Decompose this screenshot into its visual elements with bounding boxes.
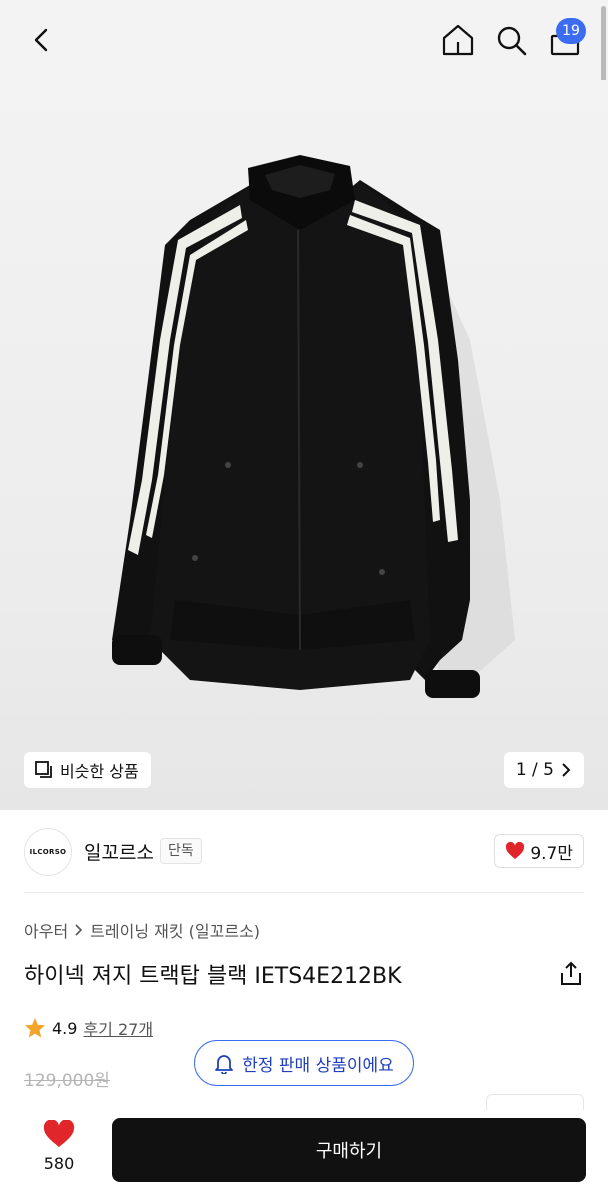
- bottom-action-bar: 580 구매하기: [0, 1110, 608, 1200]
- breadcrumb-item-category[interactable]: 트레이닝 재킷 (일꼬르소): [90, 918, 260, 942]
- top-bar: 19: [0, 0, 608, 98]
- image-pager-button[interactable]: 1 / 5: [503, 752, 584, 788]
- star-icon: [25, 1018, 45, 1038]
- original-price: 129,000원: [24, 1071, 110, 1091]
- share-icon: [561, 961, 581, 985]
- wishlist-count: 580: [43, 1154, 75, 1173]
- copy-icon: [35, 761, 52, 778]
- brand-logo[interactable]: ILCORSO: [24, 828, 72, 876]
- image-pager-label: 1 / 5: [515, 760, 554, 780]
- similar-products-button[interactable]: 비슷한 상품: [24, 752, 151, 788]
- home-icon: [442, 24, 474, 56]
- rating-value: 4.9: [52, 1018, 78, 1038]
- back-button[interactable]: [24, 22, 60, 58]
- product-title: 하이넥 져지 트랙탑 블랙 IETS4E212BK: [24, 964, 402, 989]
- bell-icon: [215, 1055, 234, 1074]
- rating-row: 4.9 후기 27개: [24, 1016, 153, 1040]
- breadcrumb-item-outer[interactable]: 아우터: [24, 918, 68, 942]
- review-count-link[interactable]: 후기 27개: [83, 1016, 153, 1040]
- home-button[interactable]: [440, 20, 476, 60]
- search-icon: [497, 26, 527, 56]
- heart-icon: [506, 842, 525, 859]
- brand-row: ILCORSO 일꼬르소 단독 9.7만: [24, 826, 584, 878]
- similar-products-label: 비슷한 상품: [60, 762, 139, 781]
- divider: [24, 892, 584, 893]
- search-button[interactable]: [494, 20, 530, 60]
- buy-button[interactable]: 구매하기: [112, 1118, 586, 1182]
- product-image-gallery[interactable]: 비슷한 상품 1 / 5: [0, 80, 608, 810]
- brand-like-button[interactable]: 9.7만: [494, 834, 584, 868]
- product-image: [112, 155, 515, 698]
- cart-count-badge: 19: [556, 18, 586, 44]
- heart-icon: [43, 1119, 75, 1147]
- exclusive-badge: 단독: [160, 838, 202, 864]
- breadcrumb: 아우터 트레이닝 재킷 (일꼬르소): [24, 918, 260, 942]
- brand-name[interactable]: 일꼬르소: [84, 838, 154, 865]
- limited-sale-label: 한정 판매 상품이에요: [242, 1055, 394, 1076]
- limited-sale-notice[interactable]: 한정 판매 상품이에요: [194, 1040, 414, 1086]
- chevron-right-icon: [75, 924, 83, 936]
- brand-like-count: 9.7만: [530, 843, 573, 864]
- share-button[interactable]: [558, 960, 584, 988]
- chevron-right-icon: [562, 763, 571, 777]
- chevron-left-icon: [34, 28, 48, 52]
- wishlist-button[interactable]: 580: [24, 1119, 94, 1173]
